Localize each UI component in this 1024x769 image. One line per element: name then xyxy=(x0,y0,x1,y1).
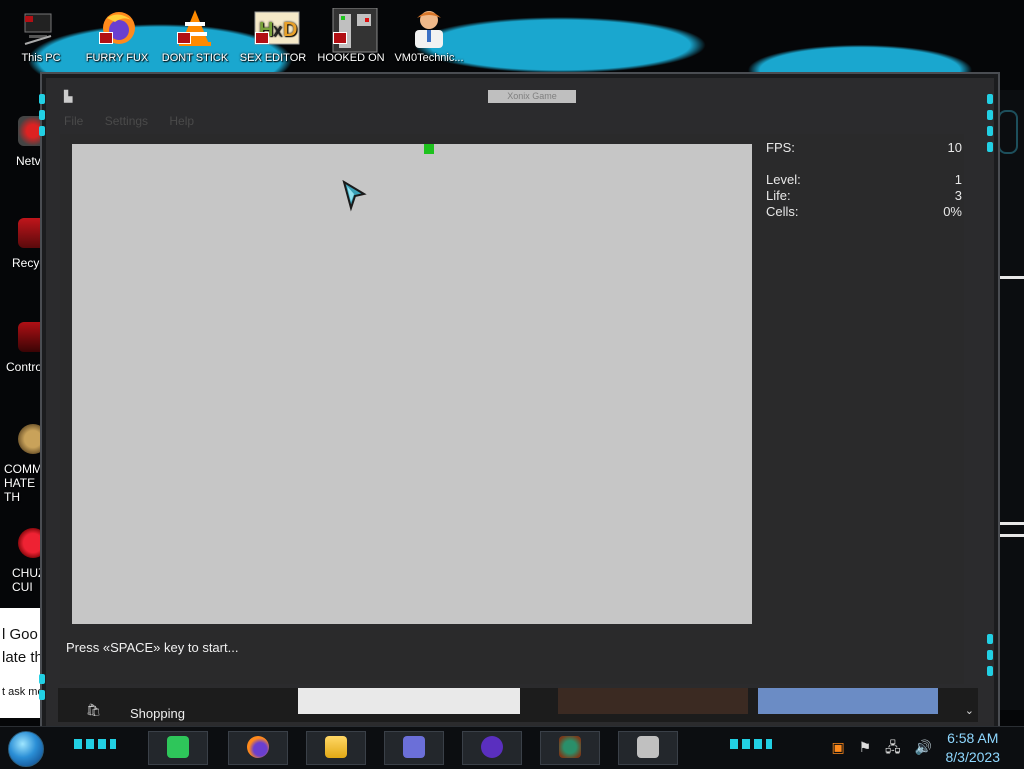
stat-label: Level: xyxy=(766,172,801,187)
background-app-strip: 🛍 Shopping ⌄ xyxy=(58,688,978,722)
desktop-icon-label: This PC xyxy=(21,52,61,64)
taskbar-decoration xyxy=(74,739,116,749)
shortcut-badge-icon xyxy=(99,32,113,44)
pc-icon xyxy=(21,8,61,48)
network-icon[interactable]: 🖧 xyxy=(885,739,901,755)
desktop-icon-this-pc[interactable]: This PC xyxy=(4,8,78,64)
clock-date: 8/3/2023 xyxy=(945,749,1001,765)
volume-icon[interactable]: 🔊 xyxy=(915,739,932,755)
desktop-icon-label: VM0Technic... xyxy=(394,52,464,64)
stat-cells: Cells: 0% xyxy=(766,204,962,220)
folder-icon xyxy=(325,736,347,758)
stat-value: 10 xyxy=(947,140,962,155)
window-title-bar[interactable]: ▙ Xonix Game xyxy=(60,88,980,106)
clock-time: 6:58 AM xyxy=(947,730,999,746)
mouse-cursor-icon xyxy=(342,180,367,212)
vlc-icon xyxy=(175,8,215,48)
desktop-icon-hooked-on[interactable]: HOOKED ON xyxy=(314,7,388,64)
doctor-icon xyxy=(409,8,449,48)
menu-help[interactable]: Help xyxy=(169,114,194,128)
system-tray: ▣ ⚑ 🖧 🔊 xyxy=(821,737,932,761)
stat-fps: FPS: 10 xyxy=(766,140,962,156)
game-app-icon xyxy=(331,7,378,53)
desktop-icon-label: FURRY FUX xyxy=(85,52,149,64)
window-title: Xonix Game xyxy=(488,90,576,103)
shortcut-badge-icon xyxy=(255,32,269,44)
app-tray-icon[interactable]: ▣ xyxy=(831,739,844,755)
window-frame-decoration xyxy=(39,94,45,700)
stat-life: Life: 3 xyxy=(766,188,962,204)
background-thumbnail xyxy=(758,688,938,714)
status-message: Press «SPACE» key to start... xyxy=(66,640,239,655)
taskbar-character-app[interactable] xyxy=(540,731,600,765)
desktop-icon-vm0technic[interactable]: VM0Technic... xyxy=(392,8,466,64)
taskbar-id-card-app[interactable] xyxy=(384,731,444,765)
character-icon xyxy=(559,736,581,758)
shopping-bag-icon: 🛍 xyxy=(86,703,102,717)
menu-file[interactable]: File xyxy=(64,114,83,128)
taskbar-notes-app[interactable] xyxy=(148,731,208,765)
id-card-icon xyxy=(403,736,425,758)
taskbar-file-explorer[interactable] xyxy=(306,731,366,765)
mask-icon xyxy=(481,736,503,758)
window-system-menu-icon[interactable]: ▙ xyxy=(64,91,76,103)
background-thumbnail xyxy=(298,688,520,714)
desktop-icon-label: SEX EDITOR xyxy=(239,52,307,64)
svg-text:x: x xyxy=(273,20,282,40)
background-thumbnail xyxy=(558,688,748,714)
stat-value: 3 xyxy=(954,188,962,203)
chevron-down-icon[interactable]: ⌄ xyxy=(965,704,974,717)
desktop-icon-furry-fux[interactable]: FURRY FUX xyxy=(80,8,154,64)
player-marker xyxy=(424,144,434,154)
game-client-area: FPS: 10 Level: 1 Life: 3 Cells: 0% Press… xyxy=(60,134,964,684)
notes-icon xyxy=(167,736,189,758)
desktop-icon-sex-editor[interactable]: HxD SEX EDITOR xyxy=(236,8,310,64)
taskbar-xonix-game[interactable] xyxy=(618,731,678,765)
stat-label: Cells: xyxy=(766,204,799,219)
taskbar-mask-app[interactable] xyxy=(462,731,522,765)
stat-label: FPS: xyxy=(766,140,795,155)
taskbar-decoration xyxy=(730,739,772,749)
taskbar-clock[interactable]: 6:58 AM 8/3/2023 xyxy=(946,729,1001,767)
start-button[interactable] xyxy=(8,731,44,767)
firefox-icon xyxy=(247,736,269,758)
menu-bar: File Settings Help xyxy=(64,114,964,132)
flag-icon[interactable]: ⚑ xyxy=(859,739,872,755)
window-frame-decoration xyxy=(987,94,993,676)
stat-label: Life: xyxy=(766,188,791,203)
shortcut-badge-icon xyxy=(177,32,191,44)
svg-text:D: D xyxy=(283,19,297,41)
taskbar: ▣ ⚑ 🖧 🔊 6:58 AM 8/3/2023 xyxy=(0,726,1024,769)
desktop-icon-dont-stick[interactable]: DONT STICK xyxy=(158,8,232,64)
stat-value: 1 xyxy=(954,172,962,187)
stat-value: 0% xyxy=(943,204,962,219)
menu-settings[interactable]: Settings xyxy=(105,114,148,128)
xonix-game-window: ▙ Xonix Game File Settings Help FPS: 10 … xyxy=(39,72,1000,734)
game-field[interactable] xyxy=(72,144,752,624)
game-app-icon xyxy=(637,736,659,758)
stat-level: Level: 1 xyxy=(766,172,962,188)
shortcut-badge-icon xyxy=(333,32,347,44)
firefox-icon xyxy=(97,8,137,48)
hxd-icon: HxD xyxy=(253,8,300,48)
taskbar-firefox[interactable] xyxy=(228,731,288,765)
desktop-icon-label: DONT STICK xyxy=(161,52,229,64)
shopping-label[interactable]: Shopping xyxy=(130,706,185,721)
stats-panel: FPS: 10 Level: 1 Life: 3 Cells: 0% xyxy=(766,140,962,220)
